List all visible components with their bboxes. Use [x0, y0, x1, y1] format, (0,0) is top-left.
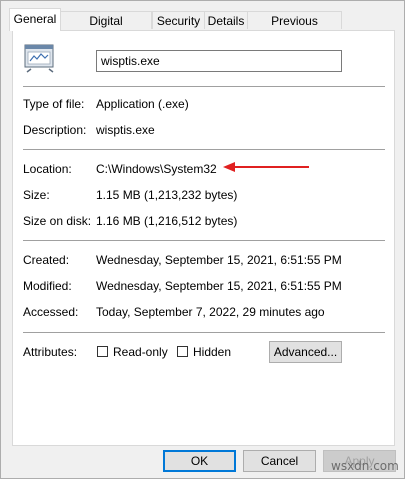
description-label: Description: — [23, 123, 87, 137]
separator — [23, 240, 385, 241]
tab-previous-versions[interactable]: Previous Versions — [247, 11, 342, 46]
size-on-disk-label: Size on disk: — [23, 214, 92, 228]
location-label: Location: — [23, 162, 72, 176]
type-of-file-label: Type of file: — [23, 97, 85, 111]
created-label: Created: — [23, 253, 70, 267]
modified-value: Wednesday, September 15, 2021, 6:51:55 P… — [96, 279, 342, 293]
attributes-label: Attributes: — [23, 345, 78, 359]
size-value: 1.15 MB (1,213,232 bytes) — [96, 188, 238, 202]
tab-details[interactable]: Details — [204, 11, 248, 29]
description-value: wisptis.exe — [96, 123, 155, 137]
general-tab-panel: wisptis.exe Type of file: Application (.… — [12, 30, 395, 446]
separator — [23, 332, 385, 333]
filename-field[interactable]: wisptis.exe — [96, 50, 342, 72]
location-value: C:\Windows\System32 — [96, 162, 217, 176]
red-arrow-annotation — [223, 161, 313, 173]
tab-digital-signatures[interactable]: Digital Signatures — [60, 11, 152, 46]
cancel-button[interactable]: Cancel — [243, 450, 316, 472]
watermark: wsxdn.com — [331, 459, 399, 473]
readonly-checkbox[interactable] — [97, 346, 108, 357]
tab-general[interactable]: General — [9, 8, 61, 31]
type-of-file-value: Application (.exe) — [96, 97, 189, 111]
accessed-value: Today, September 7, 2022, 29 minutes ago — [96, 305, 325, 319]
created-value: Wednesday, September 15, 2021, 6:51:55 P… — [96, 253, 342, 267]
file-properties-dialog: General Digital Signatures Security Deta… — [0, 0, 405, 479]
separator — [23, 86, 385, 87]
accessed-label: Accessed: — [23, 305, 79, 319]
tab-security[interactable]: Security — [152, 11, 205, 29]
separator — [23, 149, 385, 150]
ok-button[interactable]: OK — [163, 450, 236, 472]
modified-label: Modified: — [23, 279, 72, 293]
advanced-button[interactable]: Advanced... — [269, 341, 342, 363]
application-window-icon — [23, 43, 57, 73]
readonly-label[interactable]: Read-only — [113, 345, 168, 359]
size-on-disk-value: 1.16 MB (1,216,512 bytes) — [96, 214, 238, 228]
hidden-label[interactable]: Hidden — [193, 345, 231, 359]
size-label: Size: — [23, 188, 50, 202]
hidden-checkbox[interactable] — [177, 346, 188, 357]
